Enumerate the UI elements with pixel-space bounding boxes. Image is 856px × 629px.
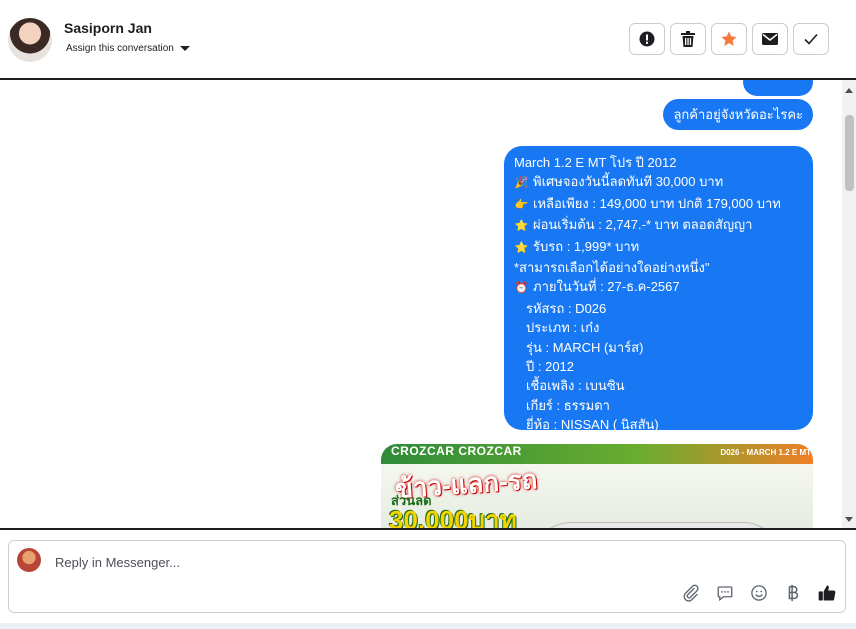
attachment-button[interactable] [681, 583, 701, 603]
envelope-icon [762, 33, 778, 45]
bottom-strip [0, 623, 856, 629]
offer-line: ⏰ ภายในวันที่ : 27-ธ.ค-2567 [514, 277, 803, 298]
offer-line: 🎉 พิเศษจองวันนี้ลดทันที 30,000 บาท [514, 172, 803, 193]
offer-title: March 1.2 E MT โปร ปี 2012 [514, 155, 677, 170]
offer-line: เชื้อเพลิง : เบนซิน [526, 378, 625, 394]
composer-tools [681, 583, 837, 603]
mark-done-button[interactable] [793, 23, 829, 55]
offer-line: ⭐ รับรถ : 1,999* บาท [514, 237, 803, 258]
star-button[interactable] [711, 23, 747, 55]
caret-down-icon [179, 45, 190, 51]
offer-line: รหัสรถ : D026 [526, 300, 607, 316]
mark-unread-button[interactable] [752, 23, 788, 55]
alarm-clock-icon: ⏰ [514, 282, 529, 295]
thread-scrollbar[interactable] [842, 80, 856, 528]
scroll-thumb[interactable] [845, 115, 854, 191]
smiley-icon [751, 585, 767, 601]
reply-input[interactable] [53, 551, 557, 573]
offer-line: ประเภท : เก๋ง [526, 320, 600, 336]
message-thread[interactable]: ลูกค้าอยู่จังหวัดอะไรคะ March 1.2 E MT โ… [0, 80, 856, 528]
reply-composer [8, 540, 846, 613]
scroll-down-arrow-icon[interactable] [845, 517, 853, 522]
paperclip-icon [683, 584, 699, 602]
card-amount: 30,000บาท [389, 505, 517, 528]
assign-conversation-dropdown[interactable]: Assign this conversation [66, 43, 190, 54]
offer-line: เกียร์ : ธรรมดา [526, 397, 610, 413]
check-icon [804, 33, 818, 45]
contact-name[interactable]: Sasiporn Jan [64, 20, 152, 36]
mark-spam-button[interactable] [629, 23, 665, 55]
alert-icon [639, 31, 655, 47]
star-emoji-icon: ⭐ [514, 241, 529, 254]
offer-line: 👉 เหลือเพียง : 149,000 บาท ปกติ 179,000 บ… [514, 194, 803, 215]
delete-button[interactable] [670, 23, 706, 55]
star-icon [721, 31, 737, 46]
offer-line: ⭐ ผ่อนเริ่มต้น : 2,747.-* บาท ตลอดสัญญา [514, 215, 803, 236]
message-bubble-partial [743, 80, 813, 96]
card-tag: D026 - MARCH 1.2 E MT [720, 448, 811, 457]
action-toolbar [629, 23, 829, 55]
pointing-hand-icon: 👉 [514, 198, 529, 211]
star-emoji-icon: ⭐ [514, 220, 529, 233]
thumbs-up-icon [818, 585, 836, 601]
saved-replies-button[interactable] [715, 583, 735, 603]
like-button[interactable] [817, 583, 837, 603]
emoji-button[interactable] [749, 583, 769, 603]
contact-avatar[interactable] [8, 18, 52, 62]
trash-icon [681, 31, 695, 47]
card-brand: CROZCAR CROZCAR [391, 444, 522, 458]
payment-button[interactable] [783, 583, 803, 603]
chat-bubble-icon [717, 586, 733, 602]
offer-line: *สามารถเลือกได้อย่างใดอย่างหนึ่ง" [514, 260, 710, 276]
message-bubble-question: ลูกค้าอยู่จังหวัดอะไรคะ [663, 99, 813, 130]
scroll-up-arrow-icon[interactable] [845, 88, 853, 93]
thread-divider [0, 528, 856, 530]
conversation-header: Sasiporn Jan Assign this conversation [0, 0, 856, 80]
offer-line: ปี : 2012 [526, 359, 575, 375]
offer-line: ยี่ห้อ : NISSAN ( นิสสัน) [526, 417, 659, 433]
card-banner: CROZCAR CROZCAR D026 - MARCH 1.2 E MT [381, 444, 813, 464]
message-image-card[interactable]: CROZCAR CROZCAR D026 - MARCH 1.2 E MT ข้… [381, 444, 813, 528]
party-popper-icon: 🎉 [514, 177, 529, 190]
message-bubble-offer: March 1.2 E MT โปร ปี 2012 🎉 พิเศษจองวันน… [504, 146, 813, 432]
page-avatar [17, 548, 41, 572]
assign-label: Assign this conversation [66, 43, 174, 54]
offer-line: รุ่น : MARCH (มาร์ส) [526, 339, 644, 355]
baht-icon [788, 584, 799, 602]
